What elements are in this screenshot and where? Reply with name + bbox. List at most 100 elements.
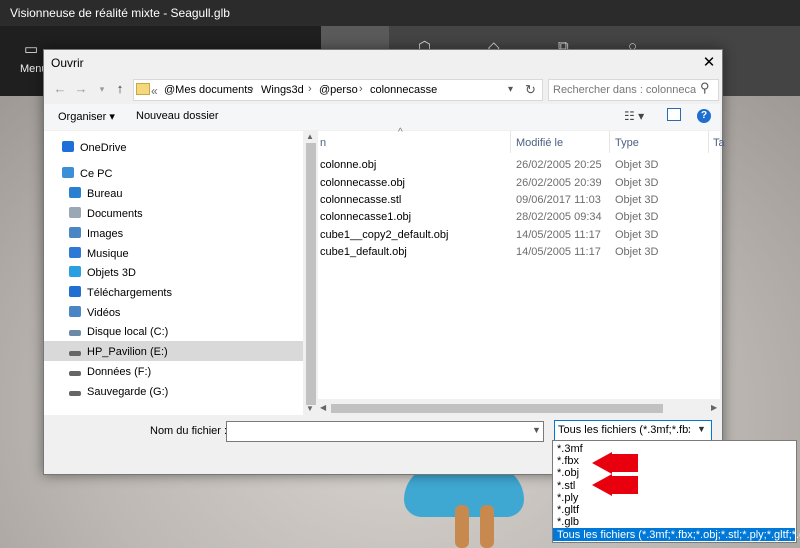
file-row-date[interactable]: 09/06/2017 11:03 bbox=[516, 194, 601, 206]
computer-icon bbox=[62, 167, 74, 178]
file-row-date[interactable]: 26/02/2005 20:25 bbox=[516, 159, 602, 171]
nav-item-label: Objets 3D bbox=[87, 267, 136, 279]
file-row-type[interactable]: Objet 3D bbox=[615, 194, 658, 206]
folder-icon bbox=[136, 83, 150, 95]
back-arrow-icon[interactable]: ← bbox=[51, 80, 69, 98]
file-row-type[interactable]: Objet 3D bbox=[615, 229, 658, 241]
filetype-option[interactable]: *.gltf bbox=[557, 504, 579, 516]
app-title: Visionneuse de réalité mixte - Seagull.g… bbox=[10, 6, 230, 20]
breadcrumb-item[interactable]: colonnecasse bbox=[370, 84, 437, 96]
drive-icon bbox=[69, 330, 81, 336]
breadcrumb-item[interactable]: @perso bbox=[319, 84, 358, 96]
nav-item-label: Images bbox=[87, 228, 124, 240]
filetype-option[interactable]: *.3mf bbox=[557, 443, 583, 455]
filetype-option[interactable]: *.stl bbox=[557, 480, 575, 492]
nav-item-documents[interactable]: Documents bbox=[69, 207, 143, 225]
file-row-name[interactable]: cube1_default.obj bbox=[320, 246, 407, 258]
file-row-name[interactable]: colonne.obj bbox=[320, 159, 376, 171]
column-header-size[interactable]: Ta bbox=[713, 137, 725, 149]
breadcrumb-separator[interactable]: › bbox=[308, 83, 312, 95]
search-icon[interactable]: ⚲ bbox=[700, 80, 710, 96]
breadcrumb-separator[interactable]: › bbox=[250, 83, 254, 95]
filetype-selected-value: Tous les fichiers (*.3mf;*.fbx;*.o bbox=[558, 424, 690, 436]
nav-item-onedrive[interactable]: OneDrive bbox=[62, 141, 126, 159]
filetype-option[interactable]: *.fbx bbox=[557, 455, 579, 467]
nav-item-label: Données (F:) bbox=[87, 366, 152, 378]
scroll-down-chevron-icon[interactable]: ▼ bbox=[306, 404, 314, 413]
refresh-icon[interactable]: ↻ bbox=[525, 82, 536, 98]
column-header-name[interactable]: n bbox=[320, 137, 326, 149]
nav-item-sauvegarde[interactable]: Sauvegarde (G:) bbox=[69, 386, 168, 404]
column-divider[interactable] bbox=[510, 131, 511, 153]
breadcrumb-overflow[interactable]: « bbox=[151, 84, 158, 98]
scroll-up-chevron-icon[interactable]: ▲ bbox=[306, 132, 314, 141]
search-input[interactable]: Rechercher dans : colonnecasse bbox=[553, 84, 696, 96]
column-divider[interactable] bbox=[609, 131, 610, 153]
address-chevron-down-icon[interactable]: ▾ bbox=[508, 84, 513, 95]
nav-item-hp-pavilion[interactable]: HP_Pavilion (E:) bbox=[69, 346, 168, 364]
nav-item-telechargements[interactable]: Téléchargements bbox=[69, 286, 172, 304]
drive-icon bbox=[69, 391, 81, 396]
file-row-name[interactable]: cube1__copy2_default.obj bbox=[320, 229, 448, 241]
nav-item-disque-local[interactable]: Disque local (C:) bbox=[69, 326, 168, 344]
model-seagull-leg bbox=[480, 505, 494, 548]
filetype-option[interactable]: *.obj bbox=[557, 467, 579, 479]
nav-item-images[interactable]: Images bbox=[69, 227, 123, 245]
up-arrow-icon[interactable]: ↑ bbox=[111, 80, 129, 98]
preview-pane-icon[interactable] bbox=[667, 108, 681, 121]
new-folder-button[interactable]: Nouveau dossier bbox=[136, 110, 219, 122]
column-header-modified[interactable]: Modifié le bbox=[516, 137, 563, 149]
documents-icon bbox=[69, 207, 81, 218]
drive-icon bbox=[69, 371, 81, 376]
breadcrumb-item[interactable]: @Mes documents bbox=[164, 84, 253, 96]
menu-folder-icon[interactable]: ▭ bbox=[24, 40, 38, 58]
column-divider[interactable] bbox=[708, 131, 709, 153]
file-row-date[interactable]: 26/02/2005 20:39 bbox=[516, 177, 602, 189]
dialog-title: Ouvrir bbox=[51, 56, 84, 70]
nav-item-ce-pc[interactable]: Ce PC bbox=[62, 167, 112, 185]
filetype-option[interactable]: *.ply bbox=[557, 492, 578, 504]
filetype-chevron-down-icon[interactable]: ▼ bbox=[697, 424, 706, 434]
nav-item-label: Documents bbox=[87, 208, 143, 220]
nav-item-donnees[interactable]: Données (F:) bbox=[69, 366, 151, 384]
nav-item-label: Sauvegarde (G:) bbox=[87, 386, 169, 398]
nav-item-bureau[interactable]: Bureau bbox=[69, 187, 122, 205]
drive-icon bbox=[69, 351, 81, 356]
scroll-left-chevron-icon[interactable]: ◀ bbox=[320, 403, 326, 412]
file-row-type[interactable]: Objet 3D bbox=[615, 159, 658, 171]
filename-input[interactable] bbox=[226, 421, 544, 442]
scroll-right-chevron-icon[interactable]: ▶ bbox=[711, 403, 717, 412]
nav-item-label: Bureau bbox=[87, 188, 123, 200]
video-icon bbox=[69, 306, 81, 317]
cloud-icon bbox=[62, 141, 74, 152]
nav-item-label: Musique bbox=[87, 248, 129, 260]
file-row-name[interactable]: colonnecasse1.obj bbox=[320, 211, 411, 223]
forward-arrow-icon[interactable]: → bbox=[72, 80, 90, 98]
nav-item-objets-3d[interactable]: Objets 3D bbox=[69, 266, 136, 284]
view-options-icon[interactable]: ☷ ▾ bbox=[624, 109, 644, 123]
file-row-name[interactable]: colonnecasse.stl bbox=[320, 194, 401, 206]
filename-label: Nom du fichier : bbox=[150, 425, 228, 437]
filetype-option[interactable]: *.glb bbox=[557, 516, 579, 528]
filetype-option[interactable]: Tous les fichiers (*.3mf;*.fbx;*.obj;*.s… bbox=[557, 529, 800, 541]
breadcrumb-item[interactable]: Wings3d bbox=[261, 84, 304, 96]
nav-item-musique[interactable]: Musique bbox=[69, 247, 129, 265]
filename-chevron-down-icon[interactable]: ▼ bbox=[532, 425, 541, 435]
file-row-type[interactable]: Objet 3D bbox=[615, 246, 658, 258]
file-row-date[interactable]: 28/02/2005 09:34 bbox=[516, 211, 602, 223]
nav-scrollbar-thumb[interactable] bbox=[306, 143, 316, 405]
organiser-button[interactable]: Organiser ▾ bbox=[58, 110, 115, 123]
breadcrumb-separator[interactable]: › bbox=[359, 83, 363, 95]
file-row-type[interactable]: Objet 3D bbox=[615, 177, 658, 189]
column-header-type[interactable]: Type bbox=[615, 137, 639, 149]
recent-chevron-down-icon[interactable]: ▾ bbox=[93, 80, 111, 98]
download-icon bbox=[69, 286, 81, 297]
horizontal-scrollbar-thumb[interactable] bbox=[331, 404, 663, 413]
file-row-name[interactable]: colonnecasse.obj bbox=[320, 177, 405, 189]
close-button[interactable]: ✕ bbox=[697, 52, 721, 74]
help-icon[interactable]: ? bbox=[697, 109, 711, 123]
file-row-type[interactable]: Objet 3D bbox=[615, 211, 658, 223]
file-row-date[interactable]: 14/05/2005 11:17 bbox=[516, 229, 601, 241]
file-row-date[interactable]: 14/05/2005 11:17 bbox=[516, 246, 601, 258]
nav-item-videos[interactable]: Vidéos bbox=[69, 306, 120, 324]
